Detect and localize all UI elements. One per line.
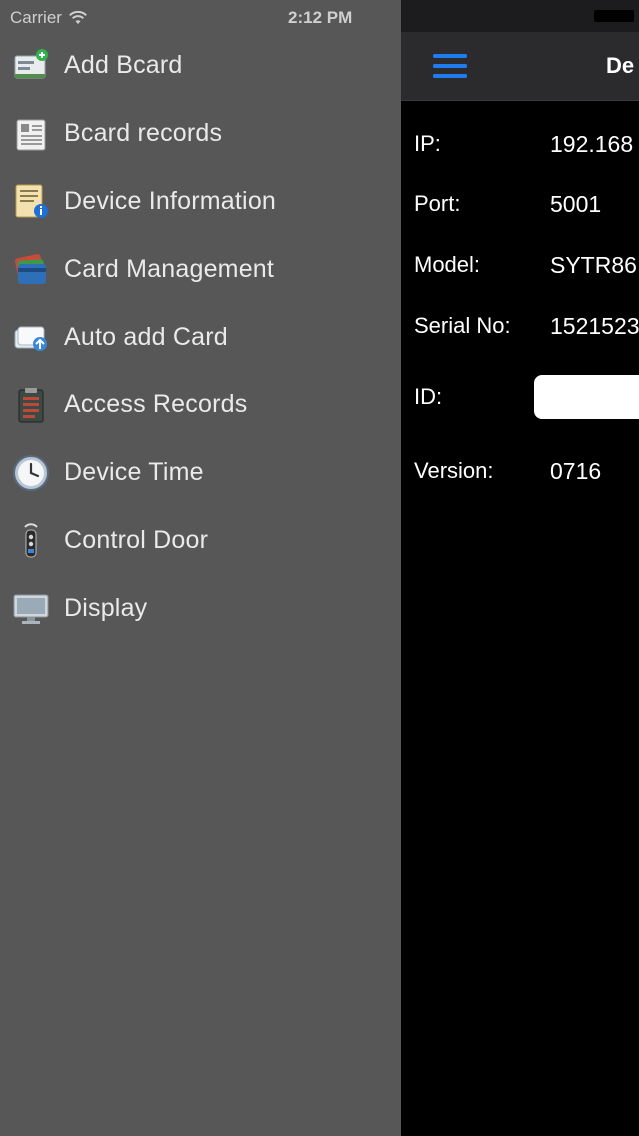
menu-item-add-bcard[interactable]: Add Bcard <box>0 32 401 100</box>
card-management-icon <box>12 250 50 288</box>
battery-icon <box>594 10 634 22</box>
add-bcard-icon <box>12 47 50 85</box>
navigation-bar: De <box>401 32 639 101</box>
monitor-icon <box>12 589 50 627</box>
info-row-port: Port: 5001 <box>414 184 639 224</box>
menu-item-label: Display <box>64 593 148 622</box>
side-drawer: Carrier 2:12 PM Add Bcard Bcard records … <box>0 0 401 1136</box>
drawer-menu: Add Bcard Bcard records Device Informati… <box>0 32 401 642</box>
port-value: 5001 <box>550 190 602 217</box>
wifi-icon <box>69 10 87 24</box>
menu-item-access-records[interactable]: Access Records <box>0 371 401 439</box>
menu-item-control-door[interactable]: Control Door <box>0 507 401 575</box>
menu-item-label: Access Records <box>64 390 248 419</box>
model-value: SYTR86 <box>550 251 637 278</box>
status-bar-right <box>401 0 639 32</box>
menu-item-card-management[interactable]: Card Management <box>0 235 401 303</box>
auto-add-card-icon <box>12 318 50 356</box>
menu-item-label: Device Information <box>64 186 277 215</box>
app-screen: Carrier 2:12 PM Add Bcard Bcard records … <box>0 0 639 1136</box>
page-title: De <box>606 53 635 78</box>
info-row-ip: IP: 192.168 <box>414 124 639 164</box>
status-bar-time: 2:12 PM <box>288 8 353 27</box>
menu-item-label: Control Door <box>64 525 209 554</box>
port-label: Port: <box>414 191 461 216</box>
menu-item-label: Bcard records <box>64 119 223 148</box>
ip-value: 192.168 <box>550 130 634 157</box>
hamburger-menu-icon[interactable] <box>433 53 467 79</box>
clock-icon <box>12 454 50 492</box>
menu-item-bcard-records[interactable]: Bcard records <box>0 100 401 168</box>
id-input[interactable] <box>534 375 639 419</box>
model-label: Model: <box>414 252 481 277</box>
info-row-id: ID: <box>414 375 639 419</box>
menu-item-label: Card Management <box>64 254 275 283</box>
info-row-serial: Serial No: 1521523 <box>414 306 639 346</box>
door-remote-icon <box>12 521 50 559</box>
info-row-version: Version: 0716 <box>414 451 639 491</box>
menu-item-device-time[interactable]: Device Time <box>0 439 401 507</box>
device-information-icon <box>12 182 50 220</box>
bcard-records-icon <box>12 115 50 153</box>
menu-item-label: Add Bcard <box>64 51 183 80</box>
carrier-label: Carrier <box>10 8 62 27</box>
serial-value: 1521523 <box>550 312 639 339</box>
access-records-icon <box>12 386 50 424</box>
info-row-model: Model: SYTR86 <box>414 245 639 285</box>
id-label: ID: <box>414 384 443 409</box>
menu-item-auto-add-card[interactable]: Auto add Card <box>0 303 401 371</box>
menu-item-label: Device Time <box>64 458 204 487</box>
status-bar-carrier: Carrier <box>10 6 88 30</box>
main-panel: De IP: 192.168 Port: 5001 Model: SYTR86 … <box>401 0 639 1136</box>
serial-label: Serial No: <box>414 313 511 338</box>
ip-label: IP: <box>414 131 441 156</box>
version-label: Version: <box>414 458 494 483</box>
menu-item-display[interactable]: Display <box>0 574 401 642</box>
menu-item-label: Auto add Card <box>64 322 228 351</box>
version-value: 0716 <box>550 457 602 484</box>
menu-item-device-information[interactable]: Device Information <box>0 168 401 236</box>
